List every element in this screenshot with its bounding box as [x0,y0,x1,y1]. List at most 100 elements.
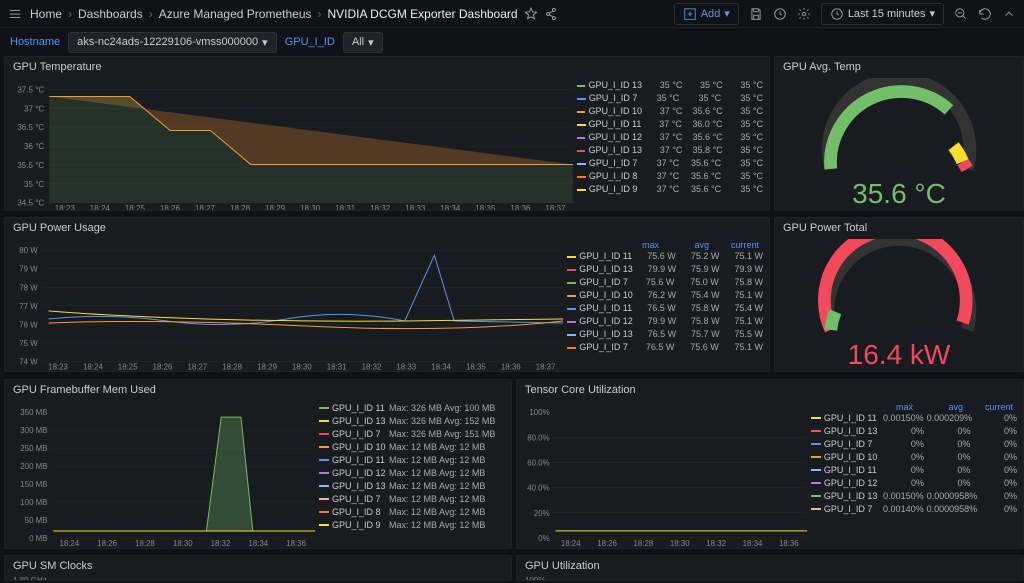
legend-item[interactable]: GPU_I_ID 937 °C35.6 °C35 °C [577,183,763,196]
legend-item[interactable]: GPU_I_ID 11Max: 326 MB Avg: 100 MB [319,402,505,415]
legend-item[interactable]: GPU_I_ID 7Max: 12 MB Avg: 12 MB [319,493,505,506]
chart-power[interactable]: 80 W79 W78 W77 W76 W75 W74 W18:2318:2418… [9,240,563,372]
legend-item[interactable]: GPU_I_ID 735 °C35 °C35 °C [577,92,763,105]
svg-text:18:30: 18:30 [300,204,321,211]
legend-item[interactable]: GPU_I_ID 776.5 W75.6 W75.1 W [567,341,763,354]
svg-text:36 °C: 36 °C [24,142,44,151]
chart-temperature[interactable]: 37.5 °C37 °C36.5 °C36 °C35.5 °C35 °C34.5… [9,79,573,211]
legend-item[interactable]: GPU_I_ID 1379.9 W75.9 W79.9 W [567,263,763,276]
legend-item[interactable]: GPU_I_ID 1279.9 W75.8 W75.1 W [567,315,763,328]
svg-text:18:27: 18:27 [195,204,216,211]
legend-item[interactable]: GPU_I_ID 1335 °C35 °C35 °C [577,79,763,92]
svg-text:100%: 100% [529,408,549,417]
var-gpu-label: GPU_I_ID [285,36,335,48]
legend-item[interactable]: GPU_I_ID 130%0%0% [811,425,1017,438]
svg-text:18:25: 18:25 [118,363,138,372]
chart-tensor[interactable]: 100%80.0%60.0%40.0%20%0%18:2418:2618:281… [521,402,807,548]
chevron-up-icon[interactable] [1002,7,1016,21]
panel-framebuffer[interactable]: GPU Framebuffer Mem Used 350 MB300 MB250… [4,379,512,549]
legend-item[interactable]: GPU_I_ID 737 °C35.6 °C35 °C [577,157,763,170]
panel-title: GPU Avg. Temp [775,57,1023,77]
menu-icon[interactable] [8,7,22,21]
svg-text:18:31: 18:31 [335,204,356,211]
axis-label: 100% [517,576,1023,581]
legend-item[interactable]: GPU_I_ID 1376.5 W75.7 W75.5 W [567,328,763,341]
svg-text:18:26: 18:26 [160,204,181,211]
timerange-picker[interactable]: Last 15 minutes▾ [821,3,944,25]
zoom-out-icon[interactable] [954,7,968,21]
chart-framebuffer[interactable]: 350 MB300 MB250 MB200 MB150 MB100 MB50 M… [9,402,315,548]
legend-item[interactable]: GPU_I_ID 100%0%0% [811,451,1017,464]
svg-text:18:28: 18:28 [634,538,654,547]
legend-item[interactable]: GPU_I_ID 120%0%0% [811,477,1017,490]
svg-text:0%: 0% [538,533,549,542]
svg-text:18:25: 18:25 [125,204,146,211]
svg-text:18:32: 18:32 [211,539,231,548]
legend-item[interactable]: GPU_I_ID 130.00150%0.0000958%0% [811,490,1017,503]
svg-text:18:29: 18:29 [257,363,277,372]
var-gpu-select[interactable]: All▾ [343,32,383,53]
legend-item[interactable]: GPU_I_ID 1076.2 W75.4 W75.1 W [567,289,763,302]
panel-gpu-avg-temp[interactable]: GPU Avg. Temp 35.6 °C [774,56,1024,211]
share-icon[interactable] [544,7,558,21]
svg-text:36.5 °C: 36.5 °C [17,123,44,132]
legend-item[interactable]: GPU_I_ID 70%0%0% [811,438,1017,451]
panel-tensor-core[interactable]: Tensor Core Utilization 100%80.0%60.0%40… [516,379,1024,549]
legend-item[interactable]: GPU_I_ID 110%0%0% [811,464,1017,477]
legend-item[interactable]: GPU_I_ID 775.6 W75.0 W75.8 W [567,276,763,289]
legend-item[interactable]: GPU_I_ID 11Max: 12 MB Avg: 12 MB [319,454,505,467]
legend-item[interactable]: GPU_I_ID 7Max: 326 MB Avg: 151 MB [319,428,505,441]
legend-item[interactable]: GPU_I_ID 12Max: 12 MB Avg: 12 MB [319,467,505,480]
variable-bar: Hostname aks-nc24ads-12229106-vmss000000… [0,28,1024,56]
legend-framebuffer: GPU_I_ID 11Max: 326 MB Avg: 100 MBGPU_I_… [315,402,505,548]
legend-item[interactable]: GPU_I_ID 1176.5 W75.8 W75.4 W [567,302,763,315]
legend-item[interactable]: GPU_I_ID 110.00150%0.000209%0% [811,412,1017,425]
legend-item[interactable]: GPU_I_ID 1175.6 W75.2 W75.1 W [567,250,763,263]
breadcrumb-dash[interactable]: Dashboards [78,7,143,21]
svg-text:18:34: 18:34 [248,539,268,548]
refresh-icon[interactable] [978,7,992,21]
svg-text:37 °C: 37 °C [24,104,44,113]
svg-text:150 MB: 150 MB [20,480,47,489]
legend-item[interactable]: GPU_I_ID 837 °C35.6 °C35 °C [577,170,763,183]
axis-label: 1.80 GHz [5,576,511,581]
panel-gpu-temperature[interactable]: GPU Temperature 37.5 °C37 °C36.5 °C36 °C… [4,56,770,211]
svg-text:18:24: 18:24 [561,538,581,547]
legend-item[interactable]: GPU_I_ID 8Max: 12 MB Avg: 12 MB [319,506,505,519]
legend-item[interactable]: GPU_I_ID 1337 °C35.8 °C35 °C [577,144,763,157]
svg-text:18:30: 18:30 [173,539,193,548]
legend-item[interactable]: GPU_I_ID 10Max: 12 MB Avg: 12 MB [319,441,505,454]
legend-item[interactable]: GPU_I_ID 70.00140%0.0000958%0% [811,503,1017,516]
svg-text:100 MB: 100 MB [20,498,47,507]
panel-title: GPU Framebuffer Mem Used [5,380,511,400]
star-icon[interactable] [524,7,538,21]
svg-text:18:36: 18:36 [510,204,531,211]
panel-gpu-util[interactable]: GPU Utilization 100% [516,555,1024,581]
gauge-avg-temp: 35.6 °C [775,77,1023,210]
svg-text:18:27: 18:27 [187,363,207,372]
svg-text:20%: 20% [534,508,550,517]
svg-text:18:24: 18:24 [90,204,111,211]
legend-item[interactable]: GPU_I_ID 1037 °C35.6 °C35 °C [577,105,763,118]
panel-title: GPU Temperature [5,57,769,77]
legend-item[interactable]: GPU_I_ID 1237 °C35.6 °C35 °C [577,131,763,144]
save-icon[interactable] [749,7,763,21]
panel-title: GPU Power Usage [5,218,769,238]
legend-item[interactable]: GPU_I_ID 1137 °C36.0 °C35 °C [577,118,763,131]
var-hostname-select[interactable]: aks-nc24ads-12229106-vmss000000▾ [68,32,277,53]
legend-item[interactable]: GPU_I_ID 13Max: 12 MB Avg: 12 MB [319,480,505,493]
svg-text:50 MB: 50 MB [25,516,48,525]
panel-sm-clocks[interactable]: GPU SM Clocks 1.80 GHz [4,555,512,581]
svg-text:18:23: 18:23 [48,363,68,372]
add-button[interactable]: Add▾ [674,3,739,25]
panel-gpu-power-total[interactable]: GPU Power Total 16.4 kW [774,217,1024,372]
legend-power: maxavgcurrentGPU_I_ID 1175.6 W75.2 W75.1… [563,240,763,372]
svg-text:18:26: 18:26 [597,538,617,547]
gear-icon[interactable] [797,7,811,21]
panel-gpu-power-usage[interactable]: GPU Power Usage 80 W79 W78 W77 W76 W75 W… [4,217,770,372]
legend-item[interactable]: GPU_I_ID 13Max: 326 MB Avg: 152 MB [319,415,505,428]
breadcrumb-folder[interactable]: Azure Managed Prometheus [159,7,312,21]
breadcrumb-home[interactable]: Home [30,7,62,21]
legend-item[interactable]: GPU_I_ID 9Max: 12 MB Avg: 12 MB [319,519,505,532]
history-icon[interactable] [773,7,787,21]
